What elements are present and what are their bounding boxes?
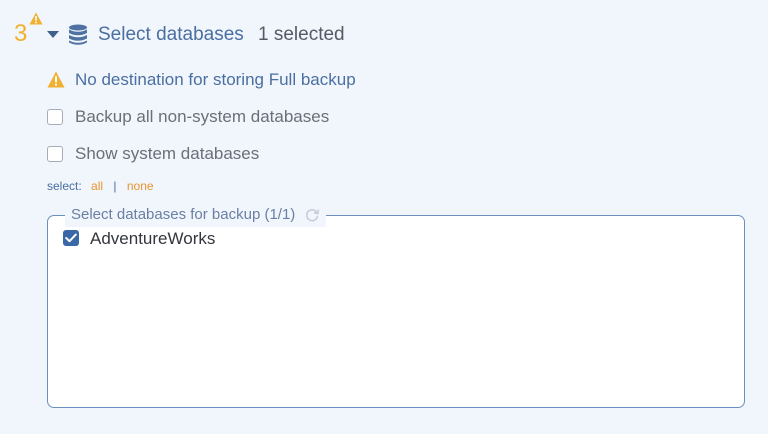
select-links: select: all | none <box>47 178 154 194</box>
legend-text: Select databases for backup (1/1) <box>71 206 296 223</box>
select-separator: | <box>113 179 117 193</box>
step-number: 3 <box>14 20 28 47</box>
databases-list-panel: Select databases for backup (1/1) Advent… <box>47 203 745 408</box>
caret-down-icon[interactable] <box>46 27 60 41</box>
database-name[interactable]: AdventureWorks <box>90 228 215 250</box>
select-all-link[interactable]: all <box>91 179 103 193</box>
warning-triangle-icon <box>29 12 43 25</box>
selected-count: 1 selected <box>258 24 345 45</box>
select-none-link[interactable]: none <box>127 179 154 193</box>
databases-list-legend: Select databases for backup (1/1) <box>65 203 326 227</box>
checkbox-label[interactable]: Backup all non-system databases <box>75 106 329 128</box>
database-icon <box>68 24 88 46</box>
warning-text: No destination for storing Full backup <box>75 70 356 89</box>
section-title: Select databases <box>98 24 244 45</box>
checkbox-checked[interactable] <box>63 230 79 246</box>
warning-triangle-icon <box>47 71 65 88</box>
refresh-icon[interactable] <box>304 207 320 223</box>
select-databases-step-header[interactable]: 3 Select databases 1 selected <box>0 0 768 70</box>
select-label: select: <box>47 179 82 193</box>
checkbox-box[interactable] <box>47 109 63 125</box>
checkbox-box[interactable] <box>47 146 63 162</box>
checkbox-label[interactable]: Show system databases <box>75 143 259 165</box>
